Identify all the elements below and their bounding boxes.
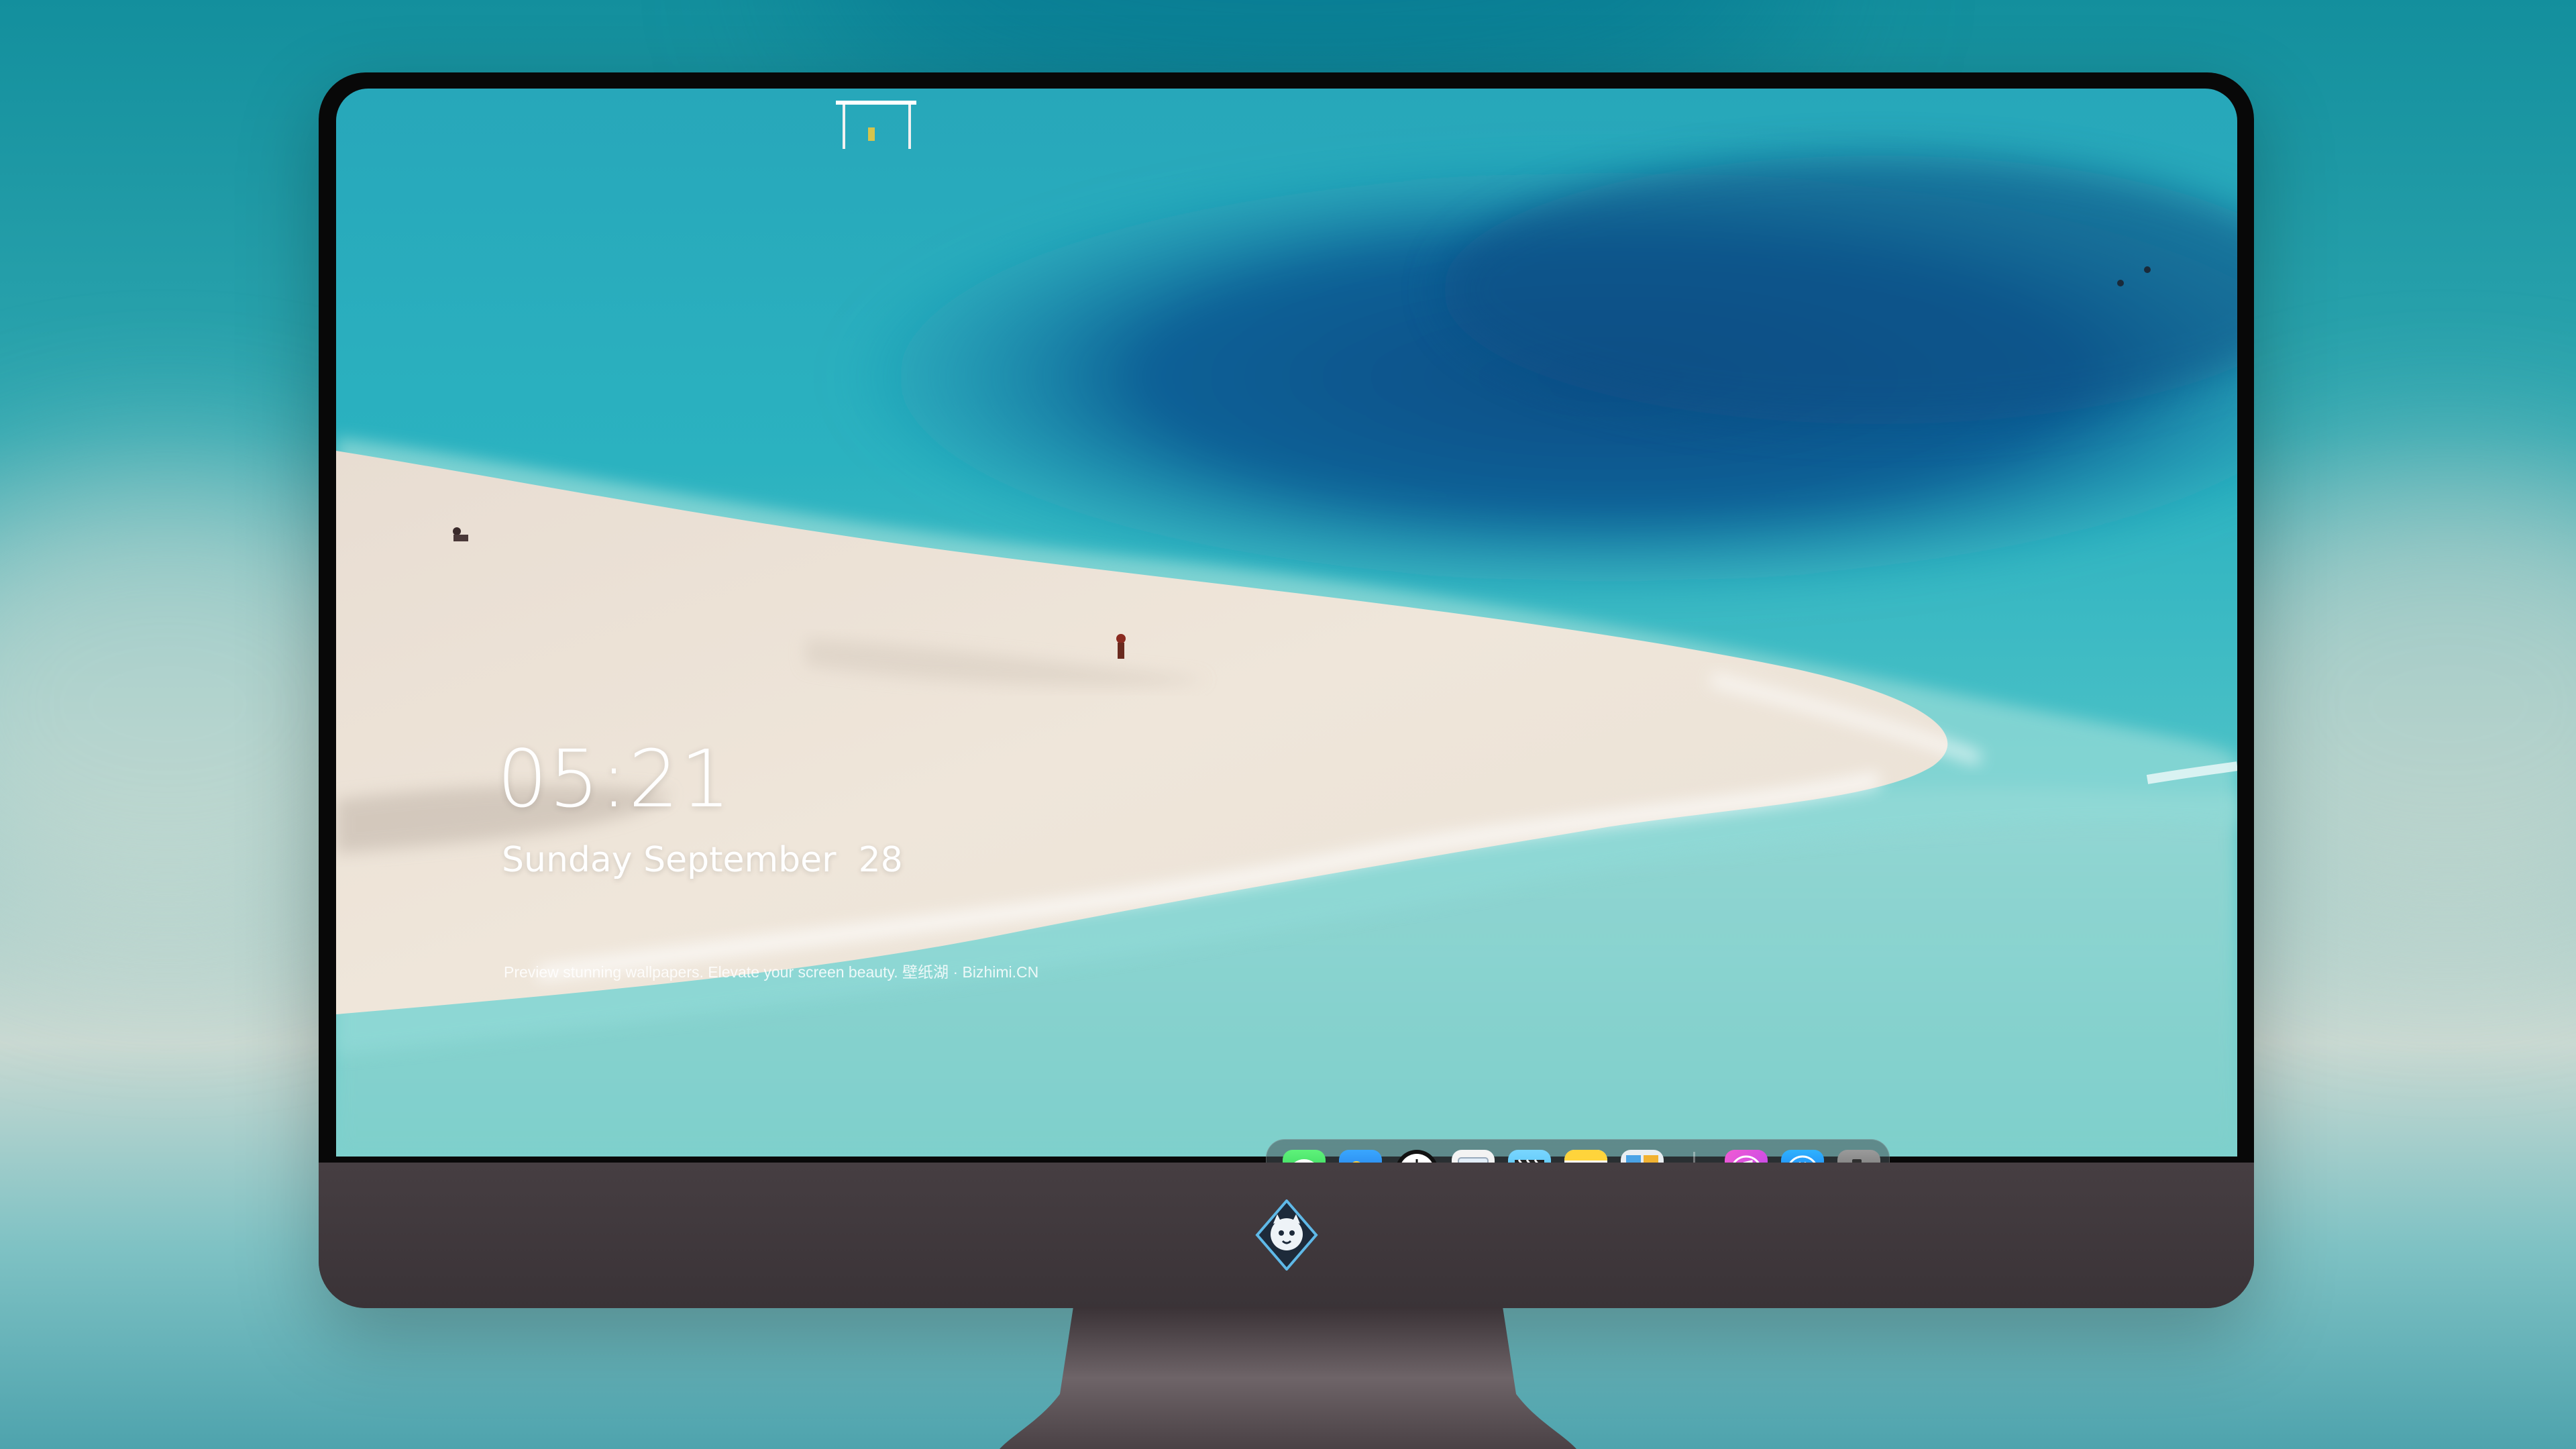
monitor-bezel: 05:21 Sunday September 28 Preview stunni… bbox=[319, 72, 2254, 1203]
mascot-logo-icon bbox=[1255, 1199, 1318, 1271]
monitor-stand bbox=[1000, 1307, 1576, 1449]
monitor-chin bbox=[319, 1163, 2254, 1308]
lock-screen-date: Sunday September 28 bbox=[502, 840, 903, 880]
lock-screen-time: 05:21 bbox=[497, 733, 733, 825]
beach-wallpaper bbox=[336, 89, 2237, 1157]
lock-screen[interactable]: 05:21 Sunday September 28 Preview stunni… bbox=[336, 89, 2237, 1157]
imac-monitor: 05:21 Sunday September 28 Preview stunni… bbox=[319, 72, 2254, 1308]
wallpaper-tagline: Preview stunning wallpapers. Elevate you… bbox=[504, 963, 1039, 981]
desktop-background: 05:21 Sunday September 28 Preview stunni… bbox=[0, 0, 2576, 1449]
